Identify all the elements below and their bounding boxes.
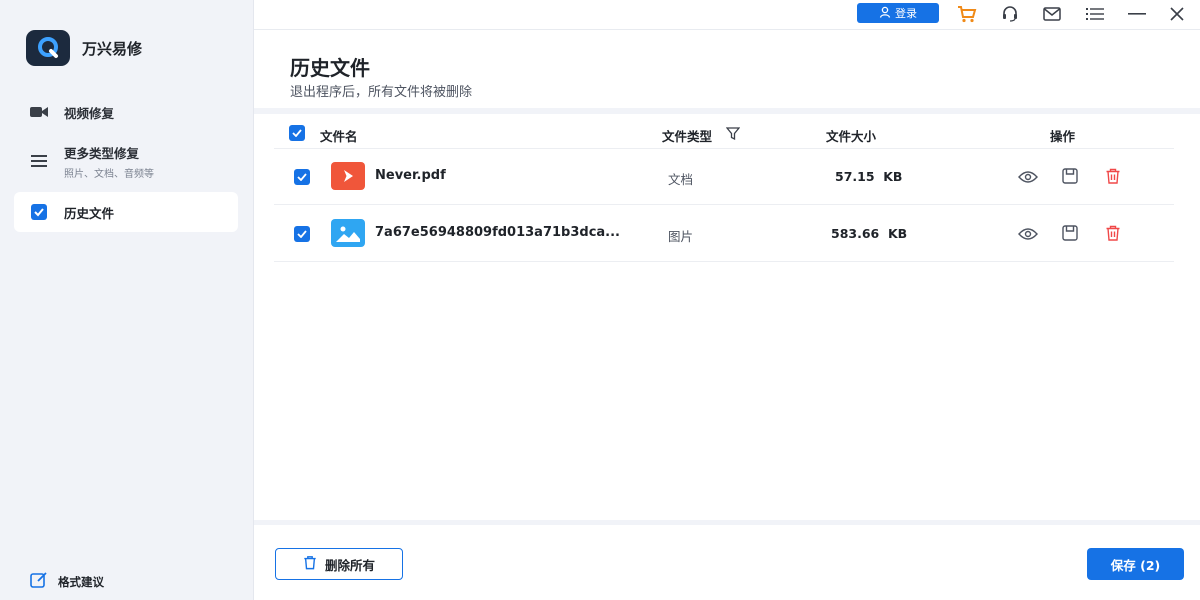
minimize-icon[interactable] — [1127, 4, 1147, 24]
image-file-icon — [331, 219, 365, 247]
preview-eye-icon[interactable] — [1018, 167, 1038, 187]
delete-all-label: 删除所有 — [324, 557, 375, 573]
trash-icon — [303, 555, 317, 573]
file-type: 文档 — [668, 172, 694, 187]
page-subtitle: 退出程序后，所有文件将被删除 — [290, 85, 473, 100]
page-title: 历史文件 — [290, 56, 370, 80]
sidebar-item-sublabel: 照片、文档、音频等 — [64, 168, 154, 180]
user-icon — [879, 6, 891, 21]
column-header-size: 文件大小 — [826, 129, 877, 144]
filter-icon[interactable] — [725, 127, 741, 143]
pdf-file-icon — [331, 162, 365, 190]
column-header-type: 文件类型 — [662, 129, 713, 144]
feedback-icon — [30, 571, 48, 593]
select-all-checkbox[interactable] — [289, 125, 305, 141]
list-icon — [30, 152, 48, 170]
save-file-icon[interactable] — [1060, 223, 1080, 243]
sidebar-item-label: 历史文件 — [64, 205, 115, 221]
close-icon[interactable] — [1167, 4, 1187, 24]
cart-icon[interactable] — [957, 4, 977, 24]
delete-all-button[interactable]: 删除所有 — [275, 548, 403, 580]
file-size: 57.15 KB — [835, 169, 903, 184]
sidebar-item-more-repair[interactable]: 更多类型修复 照片、文档、音频等 — [14, 136, 238, 186]
preview-eye-icon[interactable] — [1018, 224, 1038, 244]
save-button[interactable]: 保存 (2) — [1087, 548, 1184, 580]
divider — [254, 108, 1200, 114]
history-file-icon — [30, 203, 48, 221]
login-button[interactable]: 登录 — [857, 3, 939, 23]
menu-icon[interactable] — [1085, 4, 1105, 24]
column-header-name: 文件名 — [320, 129, 358, 144]
feedback-link[interactable]: 格式建议 — [30, 571, 104, 593]
app-logo-icon — [26, 30, 70, 66]
column-header-actions: 操作 — [1050, 129, 1076, 144]
save-file-icon[interactable] — [1060, 166, 1080, 186]
file-type: 图片 — [668, 229, 694, 244]
sidebar-item-video-repair[interactable]: 视频修复 — [14, 92, 238, 132]
delete-trash-icon[interactable] — [1103, 223, 1123, 243]
sidebar-item-history[interactable]: 历史文件 — [14, 192, 238, 232]
row-checkbox[interactable] — [294, 169, 310, 185]
mail-icon[interactable] — [1042, 4, 1062, 24]
title-bar: 登录 — [254, 0, 1200, 30]
login-label: 登录 — [895, 7, 917, 20]
delete-trash-icon[interactable] — [1103, 166, 1123, 186]
table-row: 7a67e56948809fd013a71b3dca... 图片 583.66 … — [274, 206, 1174, 262]
feedback-label: 格式建议 — [58, 575, 104, 589]
row-checkbox[interactable] — [294, 226, 310, 242]
main-panel: 历史文件 退出程序后，所有文件将被删除 文件名 文件类型 文件大小 操作 Nev… — [254, 31, 1200, 600]
sidebar-nav: 视频修复 更多类型修复 照片、文档、音频等 历史文件 — [14, 92, 238, 236]
headset-icon[interactable] — [1000, 4, 1020, 24]
file-name: Never.pdf — [375, 168, 446, 183]
table-row: Never.pdf 文档 57.15 KB — [274, 149, 1174, 205]
sidebar-item-label: 更多类型修复 — [64, 145, 140, 161]
app-name: 万兴易修 — [82, 39, 143, 58]
table-header: 文件名 文件类型 文件大小 操作 — [274, 119, 1174, 149]
video-camera-icon — [30, 103, 48, 121]
sidebar-item-label: 视频修复 — [64, 105, 115, 121]
sidebar: 万兴易修 视频修复 更多类型修复 照片、文档、音频等 历史文件 格式建议 — [0, 0, 254, 600]
divider — [254, 520, 1200, 525]
brand: 万兴易修 — [26, 30, 142, 66]
file-size: 583.66 KB — [831, 226, 908, 241]
file-name: 7a67e56948809fd013a71b3dca... — [375, 225, 621, 240]
